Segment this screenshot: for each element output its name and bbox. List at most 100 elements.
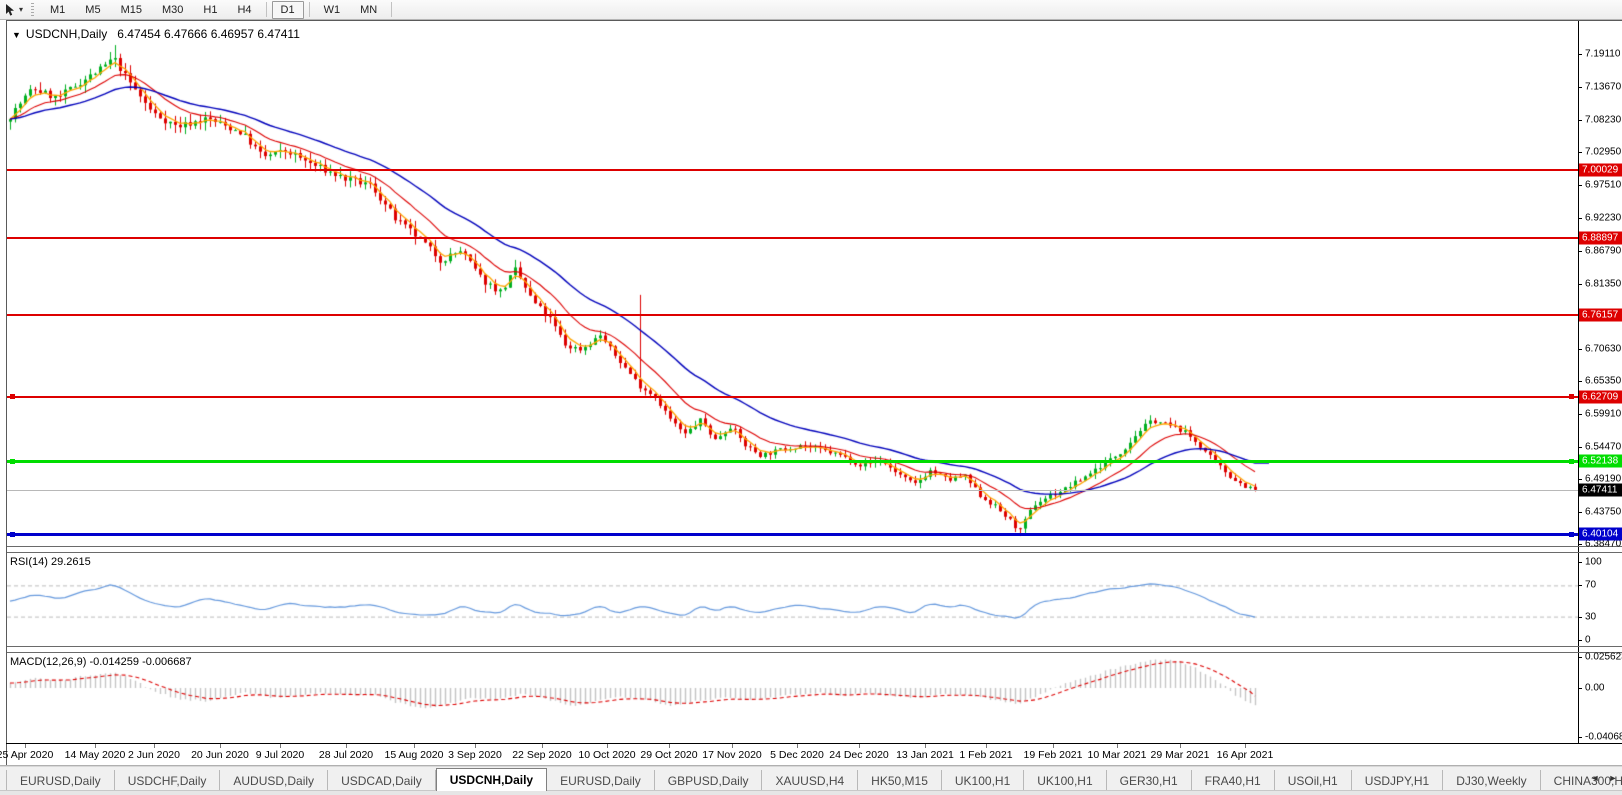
timeframe-button-d1[interactable]: D1 — [271, 0, 304, 19]
date-tick-label: 25 Apr 2020 — [0, 749, 54, 761]
price-tick-mark — [1578, 413, 1582, 415]
date-tick-mark — [607, 744, 608, 748]
tab-uk100-h1-10[interactable]: UK100,H1 — [1024, 770, 1107, 791]
rsi-tick-mark — [1578, 585, 1582, 587]
price-tick-mark — [1578, 54, 1582, 56]
price-tick-mark — [1578, 380, 1582, 382]
timeframe-button-m30[interactable]: M30 — [153, 1, 192, 19]
macd-tick-label: 0.025623 — [1585, 651, 1622, 663]
macd-tick-mark — [1578, 688, 1582, 689]
date-tick-label: 10 Oct 2020 — [578, 749, 636, 761]
status-bar — [0, 790, 1622, 795]
date-tick-mark — [986, 744, 987, 748]
date-tick-label: 9 Jul 2020 — [255, 749, 305, 761]
date-tick-mark — [346, 744, 347, 748]
price-tick-mark — [1578, 544, 1582, 546]
tab-uk100-h1-9[interactable]: UK100,H1 — [942, 770, 1025, 791]
price-level-badge: 6.88897 — [1579, 231, 1622, 245]
date-tick-label: 29 Oct 2020 — [640, 749, 698, 761]
level-line-7.00029[interactable] — [7, 169, 1578, 172]
chart-dropdown-icon[interactable]: ▼ — [12, 30, 21, 40]
date-tick-label: 24 Dec 2020 — [829, 749, 889, 761]
price-tick-label: 6.43750 — [1585, 506, 1622, 518]
tab-eurusd-daily-0[interactable]: EURUSD,Daily — [6, 770, 115, 791]
date-tick-label: 17 Nov 2020 — [702, 749, 762, 761]
chart-canvas[interactable] — [7, 21, 1578, 743]
date-tick-label: 16 Apr 2021 — [1216, 749, 1274, 761]
tab-ger30-h1-11[interactable]: GER30,H1 — [1107, 770, 1192, 791]
date-tick-mark — [732, 744, 733, 748]
level-line-handle[interactable] — [10, 458, 15, 464]
timeframe-button-mn[interactable]: MN — [351, 1, 386, 19]
tab-gbpusd-daily-6[interactable]: GBPUSD,Daily — [655, 770, 763, 791]
level-line-handle[interactable] — [1569, 531, 1574, 537]
timeframe-button-m15[interactable]: M15 — [112, 1, 151, 19]
level-line-6.62709[interactable] — [7, 395, 1578, 398]
level-line-handle[interactable] — [1569, 458, 1574, 464]
tab-usdjpy-h1-14[interactable]: USDJPY,H1 — [1352, 770, 1444, 791]
rsi-splitter-top[interactable] — [7, 546, 1622, 547]
date-tick-mark — [1245, 744, 1246, 748]
tab-hk50-m15-8[interactable]: HK50,M15 — [858, 770, 942, 791]
price-tick-label: 7.13670 — [1585, 81, 1622, 93]
date-tick-mark — [859, 744, 860, 748]
date-tick-mark — [1180, 744, 1181, 748]
tab-scroll-right-icon[interactable]: ► — [1606, 770, 1620, 786]
cursor-tool-icon[interactable] — [4, 3, 17, 17]
level-line-handle[interactable] — [1569, 394, 1574, 400]
date-tick-mark — [25, 744, 26, 748]
level-line-handle[interactable] — [10, 394, 15, 400]
level-line-6.52138[interactable] — [7, 459, 1578, 463]
tab-usoil-h1-13[interactable]: USOil,H1 — [1275, 770, 1352, 791]
chart-title-ohlc: 6.47454 6.47666 6.46957 6.47411 — [117, 27, 300, 41]
toolbar-divider — [265, 2, 267, 17]
timeframe-button-h1[interactable]: H1 — [194, 1, 226, 19]
tab-xauusd-h4-7[interactable]: XAUUSD,H4 — [762, 770, 859, 791]
tab-usdcad-daily-3[interactable]: USDCAD,Daily — [328, 770, 436, 791]
date-tick-label: 20 Jun 2020 — [191, 749, 249, 761]
date-tick-mark — [925, 744, 926, 748]
price-axis-separator[interactable] — [1578, 21, 1579, 743]
macd-tick-mark — [1578, 657, 1582, 659]
level-line-6.40104[interactable] — [7, 532, 1578, 536]
cursor-tool-dropdown-icon[interactable]: ▾ — [19, 5, 23, 14]
level-line-6.88897[interactable] — [7, 236, 1578, 239]
terminal-window: ▾ M1 M5 M15 M30 H1 H4 D1 W1 MN ▼ USDCNH,Daily 6.47… — [0, 0, 1622, 795]
date-tick-label: 15 Aug 2020 — [384, 749, 444, 761]
chart-title-symbol: USDCNH,Daily — [25, 27, 108, 41]
rsi-tick-mark — [1578, 616, 1582, 618]
current-price-badge: 6.47411 — [1579, 483, 1622, 497]
rsi-splitter-bottom[interactable] — [7, 552, 1622, 553]
rsi-tick-label: 70 — [1585, 579, 1597, 591]
tab-dj30-weekly-15[interactable]: DJ30,Weekly — [1443, 770, 1541, 791]
tab-eurusd-daily-5[interactable]: EURUSD,Daily — [547, 770, 655, 791]
tab-usdchf-daily-1[interactable]: USDCHF,Daily — [115, 770, 221, 791]
level-line-handle[interactable] — [10, 531, 15, 537]
price-tick-label: 6.59910 — [1585, 408, 1622, 420]
timeframe-button-w1[interactable]: W1 — [315, 1, 350, 19]
date-tick-label: 28 Jul 2020 — [318, 749, 374, 761]
macd-tick-mark — [1578, 737, 1582, 739]
date-tick-label: 13 Jan 2021 — [896, 749, 954, 761]
tab-usdcnh-daily-4[interactable]: USDCNH,Daily — [435, 768, 548, 791]
price-tick-mark — [1578, 512, 1582, 514]
level-line-6.76157[interactable] — [7, 314, 1578, 317]
date-tick-mark — [220, 744, 221, 748]
price-level-badge: 6.52138 — [1579, 454, 1622, 468]
rsi-tick-mark — [1578, 640, 1582, 641]
price-tick-label: 6.81350 — [1585, 278, 1622, 290]
macd-splitter-top[interactable] — [7, 646, 1622, 647]
tab-fra40-h1-12[interactable]: FRA40,H1 — [1192, 770, 1275, 791]
tab-scroll-left-icon[interactable]: ◄ — [1588, 770, 1602, 786]
time-axis-separator — [6, 743, 1622, 744]
timeframe-button-m1[interactable]: M1 — [41, 1, 74, 19]
rsi-tick-label: 30 — [1585, 611, 1597, 623]
toolbar-grip-handle[interactable] — [31, 2, 35, 17]
timeframe-button-m5[interactable]: M5 — [76, 1, 109, 19]
price-tick-mark — [1578, 217, 1582, 219]
price-tick-mark — [1578, 479, 1582, 481]
price-tick-mark — [1578, 250, 1582, 252]
timeframe-button-h4[interactable]: H4 — [228, 1, 260, 19]
macd-splitter-bottom[interactable] — [7, 652, 1622, 653]
tab-audusd-daily-2[interactable]: AUDUSD,Daily — [220, 770, 329, 791]
